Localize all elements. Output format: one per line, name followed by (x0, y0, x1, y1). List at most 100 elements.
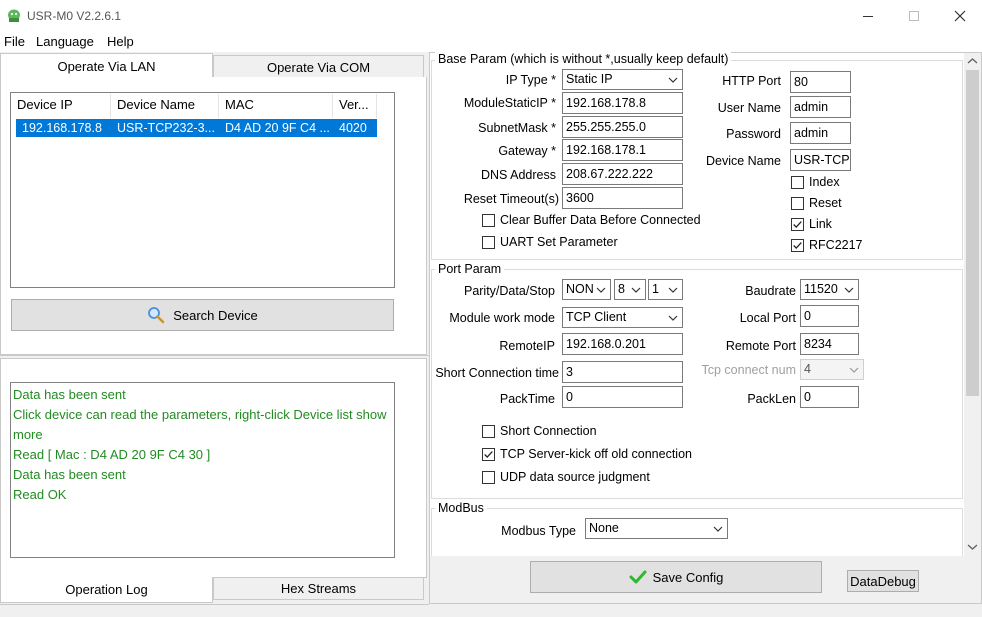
minimize-button[interactable] (845, 0, 891, 32)
scrollbar-thumb[interactable] (966, 70, 979, 396)
table-row[interactable]: 192.168.178.8 USR-TCP232-3... D4 AD 20 9… (16, 119, 377, 137)
status-bar-left (0, 604, 429, 617)
base-param-title: Base Param (which is without *,usually k… (435, 52, 732, 66)
modbus-type-value: None (589, 521, 619, 535)
user-name-label: User Name (717, 101, 781, 115)
tcp-connect-num-value: 4 (804, 362, 811, 376)
column-version[interactable]: Ver... (333, 94, 377, 118)
local-port-input[interactable]: 0 (800, 305, 859, 327)
search-device-label: Search Device (173, 307, 258, 323)
dns-address-input[interactable]: 208.67.222.222 (562, 163, 683, 185)
reset-timeout-label: Reset Timeout(s) (463, 192, 559, 206)
pack-len-label: PackLen (747, 392, 796, 406)
menu-file[interactable]: File (4, 34, 25, 49)
subnet-mask-label: SubnetMask * (478, 121, 556, 135)
tcp-kickoff-checkbox[interactable] (482, 448, 495, 461)
device-name-input[interactable]: USR-TCP2 (790, 149, 851, 171)
check-mark-icon (484, 451, 493, 458)
http-port-input[interactable]: 80 (790, 71, 851, 93)
check-mark-icon (793, 221, 802, 228)
cell-mac: D4 AD 20 9F C4 ... (225, 121, 330, 135)
dns-address-label: DNS Address (480, 168, 556, 182)
clear-buffer-label: Clear Buffer Data Before Connected (500, 213, 701, 227)
short-connection-time-input[interactable]: 3 (562, 361, 683, 383)
maximize-button[interactable] (891, 0, 937, 32)
work-mode-value: TCP Client (566, 310, 627, 324)
gateway-input[interactable]: 192.168.178.1 (562, 139, 683, 161)
work-mode-select[interactable]: TCP Client (562, 307, 683, 328)
device-list[interactable]: Device IP Device Name MAC Ver... 192.168… (10, 92, 395, 288)
chevron-down-icon (849, 367, 859, 373)
tab-operate-via-com[interactable]: Operate Via COM (213, 55, 424, 79)
checkmark-icon (629, 570, 647, 584)
column-mac[interactable]: MAC (219, 94, 333, 118)
save-config-button[interactable]: Save Config (530, 561, 822, 593)
udp-source-judgment-checkbox[interactable] (482, 471, 495, 484)
ip-type-label: IP Type * (505, 73, 556, 87)
short-connection-label: Short Connection (500, 424, 597, 438)
parity-select[interactable]: NON (562, 279, 611, 300)
password-label: Password (726, 127, 781, 141)
menu-language[interactable]: Language (36, 34, 94, 49)
column-device-name[interactable]: Device Name (111, 94, 219, 118)
column-device-ip[interactable]: Device IP (11, 94, 111, 118)
short-connection-checkbox[interactable] (482, 425, 495, 438)
reset-timeout-input[interactable]: 3600 (562, 187, 683, 209)
work-mode-label: Module work mode (449, 311, 555, 325)
search-icon (148, 307, 165, 324)
index-checkbox[interactable] (791, 176, 804, 189)
chevron-down-icon (668, 287, 678, 293)
user-name-input[interactable]: admin (790, 96, 851, 118)
static-ip-input[interactable]: 192.168.178.8 (562, 92, 683, 114)
tcp-connect-num-label: Tcp connect num (701, 363, 797, 377)
log-line: Read [ Mac : D4 AD 20 9F C4 30 ] (13, 447, 211, 462)
uart-set-parameter-checkbox[interactable] (482, 236, 495, 249)
cell-device-name: USR-TCP232-3... (117, 121, 215, 135)
pack-len-input[interactable]: 0 (800, 386, 859, 408)
port-param-title: Port Param (435, 262, 505, 276)
remote-port-input[interactable]: 8234 (800, 333, 859, 355)
app-logo-icon (8, 9, 20, 22)
scroll-down-icon[interactable] (967, 543, 978, 551)
pack-time-label: PackTime (499, 392, 555, 406)
link-checkbox[interactable] (791, 218, 804, 231)
reset-checkbox[interactable] (791, 197, 804, 210)
chevron-down-icon (844, 287, 854, 293)
menu-help[interactable]: Help (107, 34, 134, 49)
tab-hex-streams[interactable]: Hex Streams (213, 577, 424, 600)
parity-data-stop-label: Parity/Data/Stop (463, 284, 555, 298)
close-button[interactable] (937, 0, 982, 32)
rfc2217-checkbox[interactable] (791, 239, 804, 252)
subnet-mask-input[interactable]: 255.255.255.0 (562, 116, 683, 138)
password-input[interactable]: admin (790, 122, 851, 144)
tab-operate-via-lan[interactable]: Operate Via LAN (0, 53, 213, 78)
baudrate-label: Baudrate (745, 284, 796, 298)
status-bar-right (430, 603, 982, 617)
tab-operation-log[interactable]: Operation Log (0, 577, 213, 603)
scroll-up-icon[interactable] (967, 57, 978, 65)
chevron-down-icon (631, 287, 641, 293)
ip-type-select[interactable]: Static IP (562, 69, 683, 90)
baudrate-select[interactable]: 11520 (800, 279, 859, 300)
log-line: Click device can read the parameters, ri… (13, 407, 387, 422)
clear-buffer-checkbox[interactable] (482, 214, 495, 227)
link-label: Link (809, 217, 832, 231)
pack-time-input[interactable]: 0 (562, 386, 683, 408)
data-bits-select[interactable]: 8 (614, 279, 646, 300)
modbus-type-select[interactable]: None (585, 518, 728, 539)
maximize-icon (909, 11, 919, 21)
stop-bits-select[interactable]: 1 (648, 279, 683, 300)
reset-label: Reset (809, 196, 842, 210)
uart-set-parameter-label: UART Set Parameter (500, 235, 618, 249)
search-device-button[interactable]: Search Device (11, 299, 394, 331)
log-line: Data has been sent (13, 387, 126, 402)
short-connection-time-label: Short Connection time (435, 366, 559, 380)
operation-log[interactable]: Data has been sent Click device can read… (10, 382, 395, 558)
cell-version: 4020 (339, 121, 367, 135)
data-debug-button[interactable]: DataDebug (847, 570, 919, 592)
log-line: Data has been sent (13, 467, 126, 482)
parity-value: NON (566, 282, 594, 296)
check-mark-icon (793, 242, 802, 249)
remote-ip-input[interactable]: 192.168.0.201 (562, 333, 683, 355)
close-icon (954, 10, 966, 22)
